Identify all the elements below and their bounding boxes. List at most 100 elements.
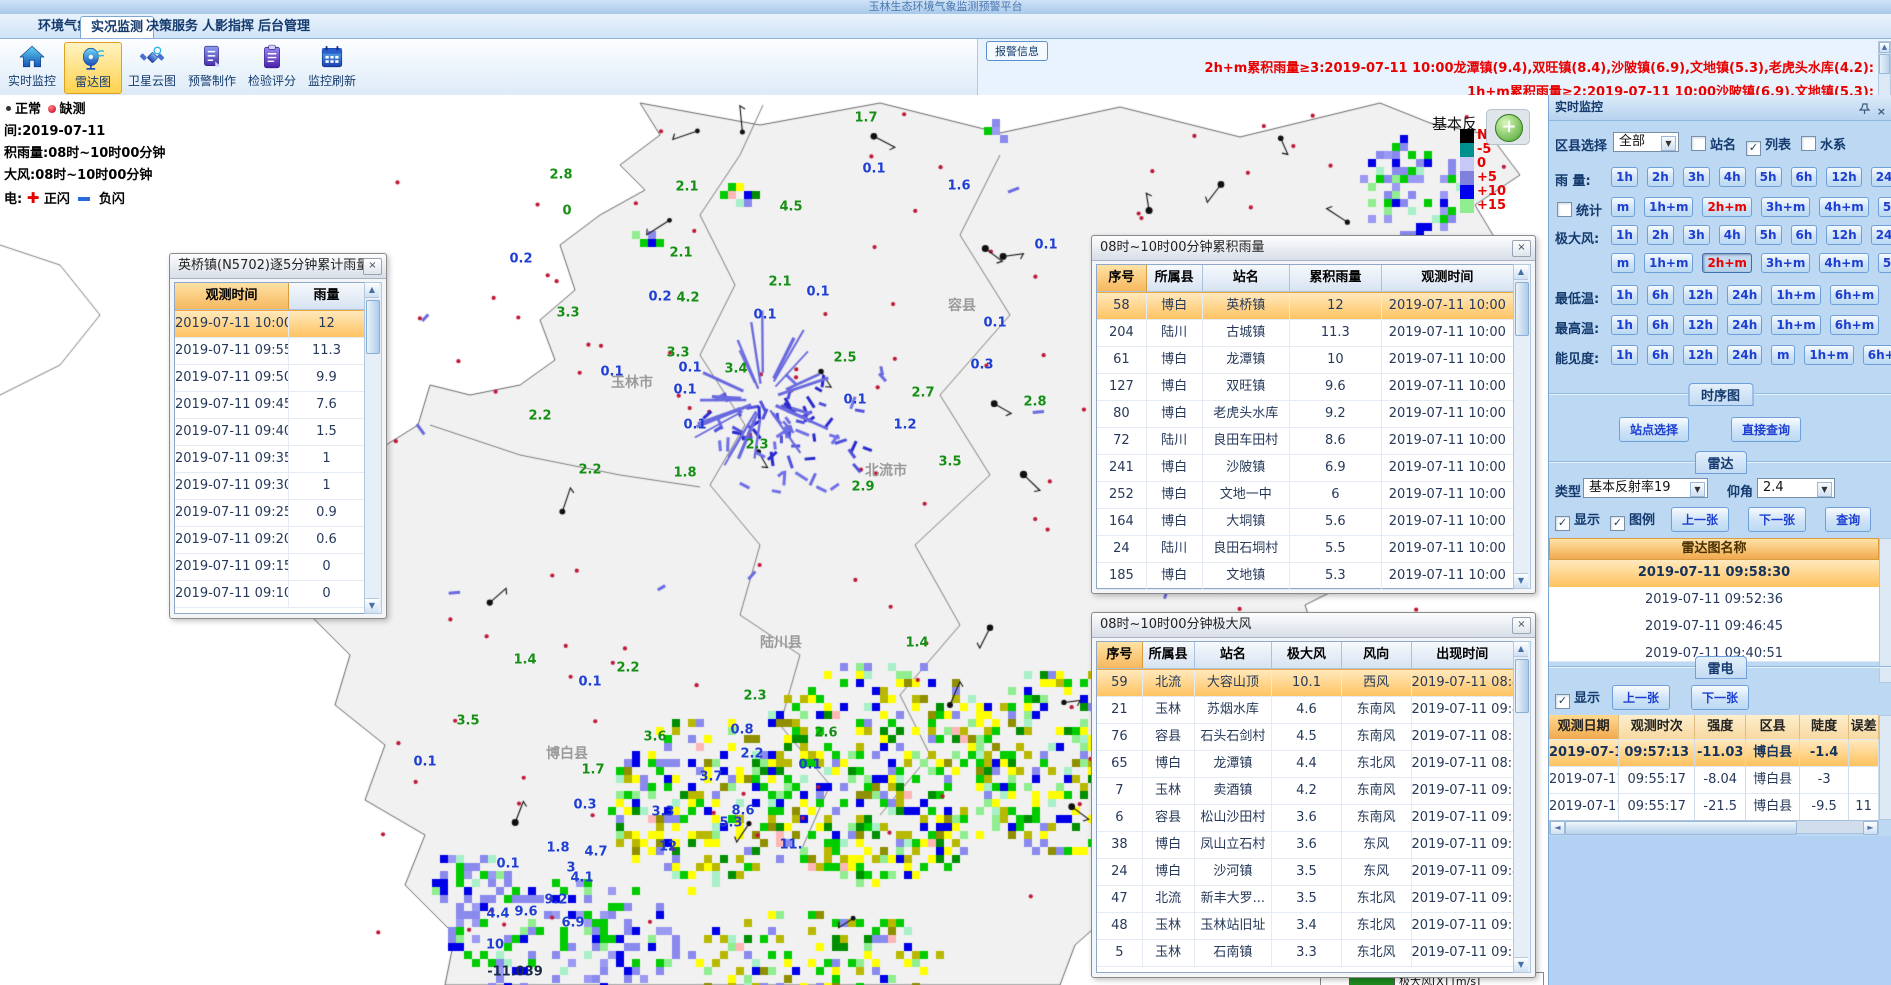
period-button-5h+m[interactable]: 5h+m bbox=[1878, 197, 1891, 217]
table-row[interactable]: 2019-07-11 09:301 bbox=[175, 473, 365, 500]
table-row[interactable]: 2019-07-11 09:150 bbox=[175, 554, 365, 581]
stat[interactable]: 统计 bbox=[1557, 200, 1612, 219]
period-button-12h[interactable]: 12h bbox=[1826, 167, 1861, 187]
column-header[interactable]: 雨量 bbox=[289, 283, 365, 310]
column-header[interactable]: 观测时次 bbox=[1619, 715, 1695, 740]
period-button-24h[interactable]: 24h bbox=[1871, 167, 1891, 187]
scroll-up-icon[interactable]: ▲ bbox=[365, 283, 379, 298]
lightning-row[interactable]: 2019-07-1109:55:17-21.5博白县-9.511 bbox=[1549, 794, 1879, 821]
table-row[interactable]: 58博白英桥镇122019-07-11 10:00 bbox=[1097, 292, 1514, 320]
zoom-in-button[interactable]: + bbox=[1495, 114, 1523, 142]
direct-query-button[interactable]: 直接查询 bbox=[1731, 417, 1801, 442]
column-header[interactable]: 观测时间 bbox=[1382, 265, 1514, 292]
table-row[interactable]: 59北流大容山顶10.1西风2019-07-11 08:47 bbox=[1097, 669, 1514, 697]
table-row[interactable]: 6容县松山沙田村3.6东南风2019-07-11 09:59 bbox=[1097, 805, 1514, 832]
period-button-24h[interactable]: 24h bbox=[1727, 315, 1762, 335]
period-button-1h+m[interactable]: 1h+m bbox=[1804, 345, 1853, 365]
period-button-6h[interactable]: 6h bbox=[1647, 345, 1674, 365]
table-row[interactable]: 24博白沙河镇3.5东风2019-07-11 09:46 bbox=[1097, 859, 1514, 886]
table-row[interactable]: 21玉林苏烟水库4.6东南风2019-07-11 09:49 bbox=[1097, 697, 1514, 724]
period-button-m[interactable]: m bbox=[1611, 197, 1635, 217]
column-header[interactable]: 序号 bbox=[1097, 265, 1147, 292]
scroll-down-icon[interactable]: ▼ bbox=[365, 598, 379, 613]
radar-elev-select[interactable]: 2.4 ▼ bbox=[1757, 478, 1835, 498]
period-button-6h[interactable]: 6h bbox=[1791, 225, 1818, 245]
toolbar-clipboard-button[interactable]: 检验评分 bbox=[244, 42, 300, 92]
period-button-5h[interactable]: 5h bbox=[1755, 167, 1782, 187]
table-row[interactable]: 2019-07-11 09:5511.3 bbox=[175, 338, 365, 365]
accumulated-rain-popup[interactable]: 08时~10时00分钟累积雨量 × 序号所属县站名累积雨量观测时间58博白英桥镇… bbox=[1091, 235, 1536, 594]
period-button-4h[interactable]: 4h bbox=[1719, 167, 1746, 187]
pin-icon[interactable] bbox=[1859, 100, 1870, 124]
period-button-6h+m[interactable]: 6h+m bbox=[1830, 285, 1879, 305]
period-button-24h[interactable]: 24h bbox=[1871, 225, 1891, 245]
layer-水系-checkbox[interactable] bbox=[1801, 136, 1816, 151]
radar-图例[interactable]: ✓图例 bbox=[1610, 513, 1665, 527]
table-row[interactable]: 252博白文地一中62019-07-11 10:00 bbox=[1097, 482, 1514, 509]
chevron-down-icon[interactable]: ▼ bbox=[1817, 482, 1832, 497]
table-row[interactable]: 65博白龙潭镇4.4东北风2019-07-11 08:34 bbox=[1097, 751, 1514, 778]
layer-水系[interactable]: 水系 bbox=[1801, 138, 1856, 152]
table-row[interactable]: 2019-07-11 09:351 bbox=[175, 446, 365, 473]
popup-scrollbar[interactable]: ▲▼ bbox=[1513, 264, 1531, 589]
column-header[interactable]: 强度 bbox=[1695, 715, 1746, 740]
scroll-thumb[interactable] bbox=[1515, 282, 1529, 336]
table-row[interactable]: 2019-07-11 10:0012 bbox=[175, 310, 365, 338]
table-row[interactable]: 164博白大垌镇5.62019-07-11 10:00 bbox=[1097, 509, 1514, 536]
period-button-1h[interactable]: 1h bbox=[1611, 225, 1638, 245]
close-icon[interactable]: × bbox=[1512, 240, 1531, 257]
column-header[interactable]: 站名 bbox=[1195, 642, 1273, 669]
column-header[interactable]: 区县 bbox=[1746, 715, 1800, 740]
county-select[interactable]: 全部 ▼ bbox=[1613, 132, 1679, 152]
table-row[interactable]: 185博白文地镇5.32019-07-11 10:00 bbox=[1097, 563, 1514, 590]
table-row[interactable]: 24陆川良田石垌村5.52019-07-11 10:00 bbox=[1097, 536, 1514, 563]
layer-列表-checkbox[interactable]: ✓ bbox=[1746, 141, 1761, 156]
max-wind-popup[interactable]: 08时~10时00分钟极大风 × 序号所属县站名极大风风向出现时间59北流大容山… bbox=[1091, 612, 1536, 978]
station-select-button[interactable]: 站点选择 bbox=[1619, 417, 1689, 442]
period-button-3h+m[interactable]: 3h+m bbox=[1761, 197, 1810, 217]
column-header[interactable]: 极大风 bbox=[1272, 642, 1342, 669]
period-button-2h[interactable]: 2h bbox=[1647, 225, 1674, 245]
table-row[interactable]: 48玉林玉林站旧址3.4东北风2019-07-11 09:09 bbox=[1097, 913, 1514, 940]
table-row[interactable]: 2019-07-11 09:401.5 bbox=[175, 419, 365, 446]
scroll-down-icon[interactable]: ▼ bbox=[1514, 573, 1528, 588]
close-icon[interactable]: × bbox=[363, 258, 382, 275]
column-header[interactable]: 观测日期 bbox=[1549, 715, 1619, 740]
period-button-24h[interactable]: 24h bbox=[1727, 345, 1762, 365]
radar-type-select[interactable]: 基本反射率19 ▼ bbox=[1583, 478, 1708, 498]
period-button-6h[interactable]: 6h bbox=[1647, 285, 1674, 305]
period-button-6h+m[interactable]: 6h+m bbox=[1830, 315, 1879, 335]
lightning-show-checkbox[interactable]: ✓ bbox=[1555, 694, 1570, 709]
period-button-1h+m[interactable]: 1h+m bbox=[1771, 315, 1820, 335]
period-button-2h+m[interactable]: 2h+m bbox=[1702, 253, 1751, 273]
column-header[interactable]: 累积雨量 bbox=[1290, 265, 1382, 292]
lightning-table-scrollbar[interactable] bbox=[1879, 715, 1891, 820]
toolbar-warning-doc-button[interactable]: 预警制作 bbox=[184, 42, 240, 92]
scroll-up-icon[interactable]: ▲ bbox=[1514, 265, 1528, 280]
chevron-down-icon[interactable]: ▼ bbox=[1661, 136, 1676, 151]
radar-显示[interactable]: ✓显示 bbox=[1555, 513, 1610, 527]
period-button-1h[interactable]: 1h bbox=[1611, 167, 1638, 187]
table-row[interactable]: 2019-07-11 09:200.6 bbox=[175, 527, 365, 554]
radar-显示-checkbox[interactable]: ✓ bbox=[1555, 516, 1570, 531]
period-button-1h+m[interactable]: 1h+m bbox=[1771, 285, 1820, 305]
column-header[interactable]: 误差 bbox=[1849, 715, 1879, 740]
close-icon[interactable]: × bbox=[1512, 617, 1531, 634]
query-button[interactable]: 查询 bbox=[1825, 507, 1871, 532]
period-button-4h+m[interactable]: 4h+m bbox=[1819, 197, 1868, 217]
scroll-down-icon[interactable]: ▼ bbox=[1514, 957, 1528, 972]
lt-next-button[interactable]: 下一张 bbox=[1691, 685, 1749, 710]
menu-tab-5[interactable]: 后台管理 bbox=[248, 16, 320, 37]
layer-站名-checkbox[interactable] bbox=[1691, 136, 1706, 151]
popup-scrollbar[interactable]: ▲▼ bbox=[364, 282, 382, 614]
period-button-12h[interactable]: 12h bbox=[1683, 285, 1718, 305]
toolbar-calendar-refresh-button[interactable]: 监控刷新 bbox=[304, 42, 360, 92]
period-button-1h+m[interactable]: 1h+m bbox=[1644, 197, 1693, 217]
column-header[interactable]: 风向 bbox=[1342, 642, 1412, 669]
lightning-row[interactable]: 2019-07-1109:55:17-8.04博白县-3 bbox=[1549, 767, 1879, 794]
scroll-thumb[interactable] bbox=[1879, 54, 1890, 74]
prev-image-button[interactable]: 上一张 bbox=[1671, 507, 1729, 532]
period-button-m[interactable]: m bbox=[1611, 253, 1635, 273]
period-button-2h+m[interactable]: 2h+m bbox=[1702, 197, 1751, 217]
column-header[interactable]: 站名 bbox=[1203, 265, 1291, 292]
